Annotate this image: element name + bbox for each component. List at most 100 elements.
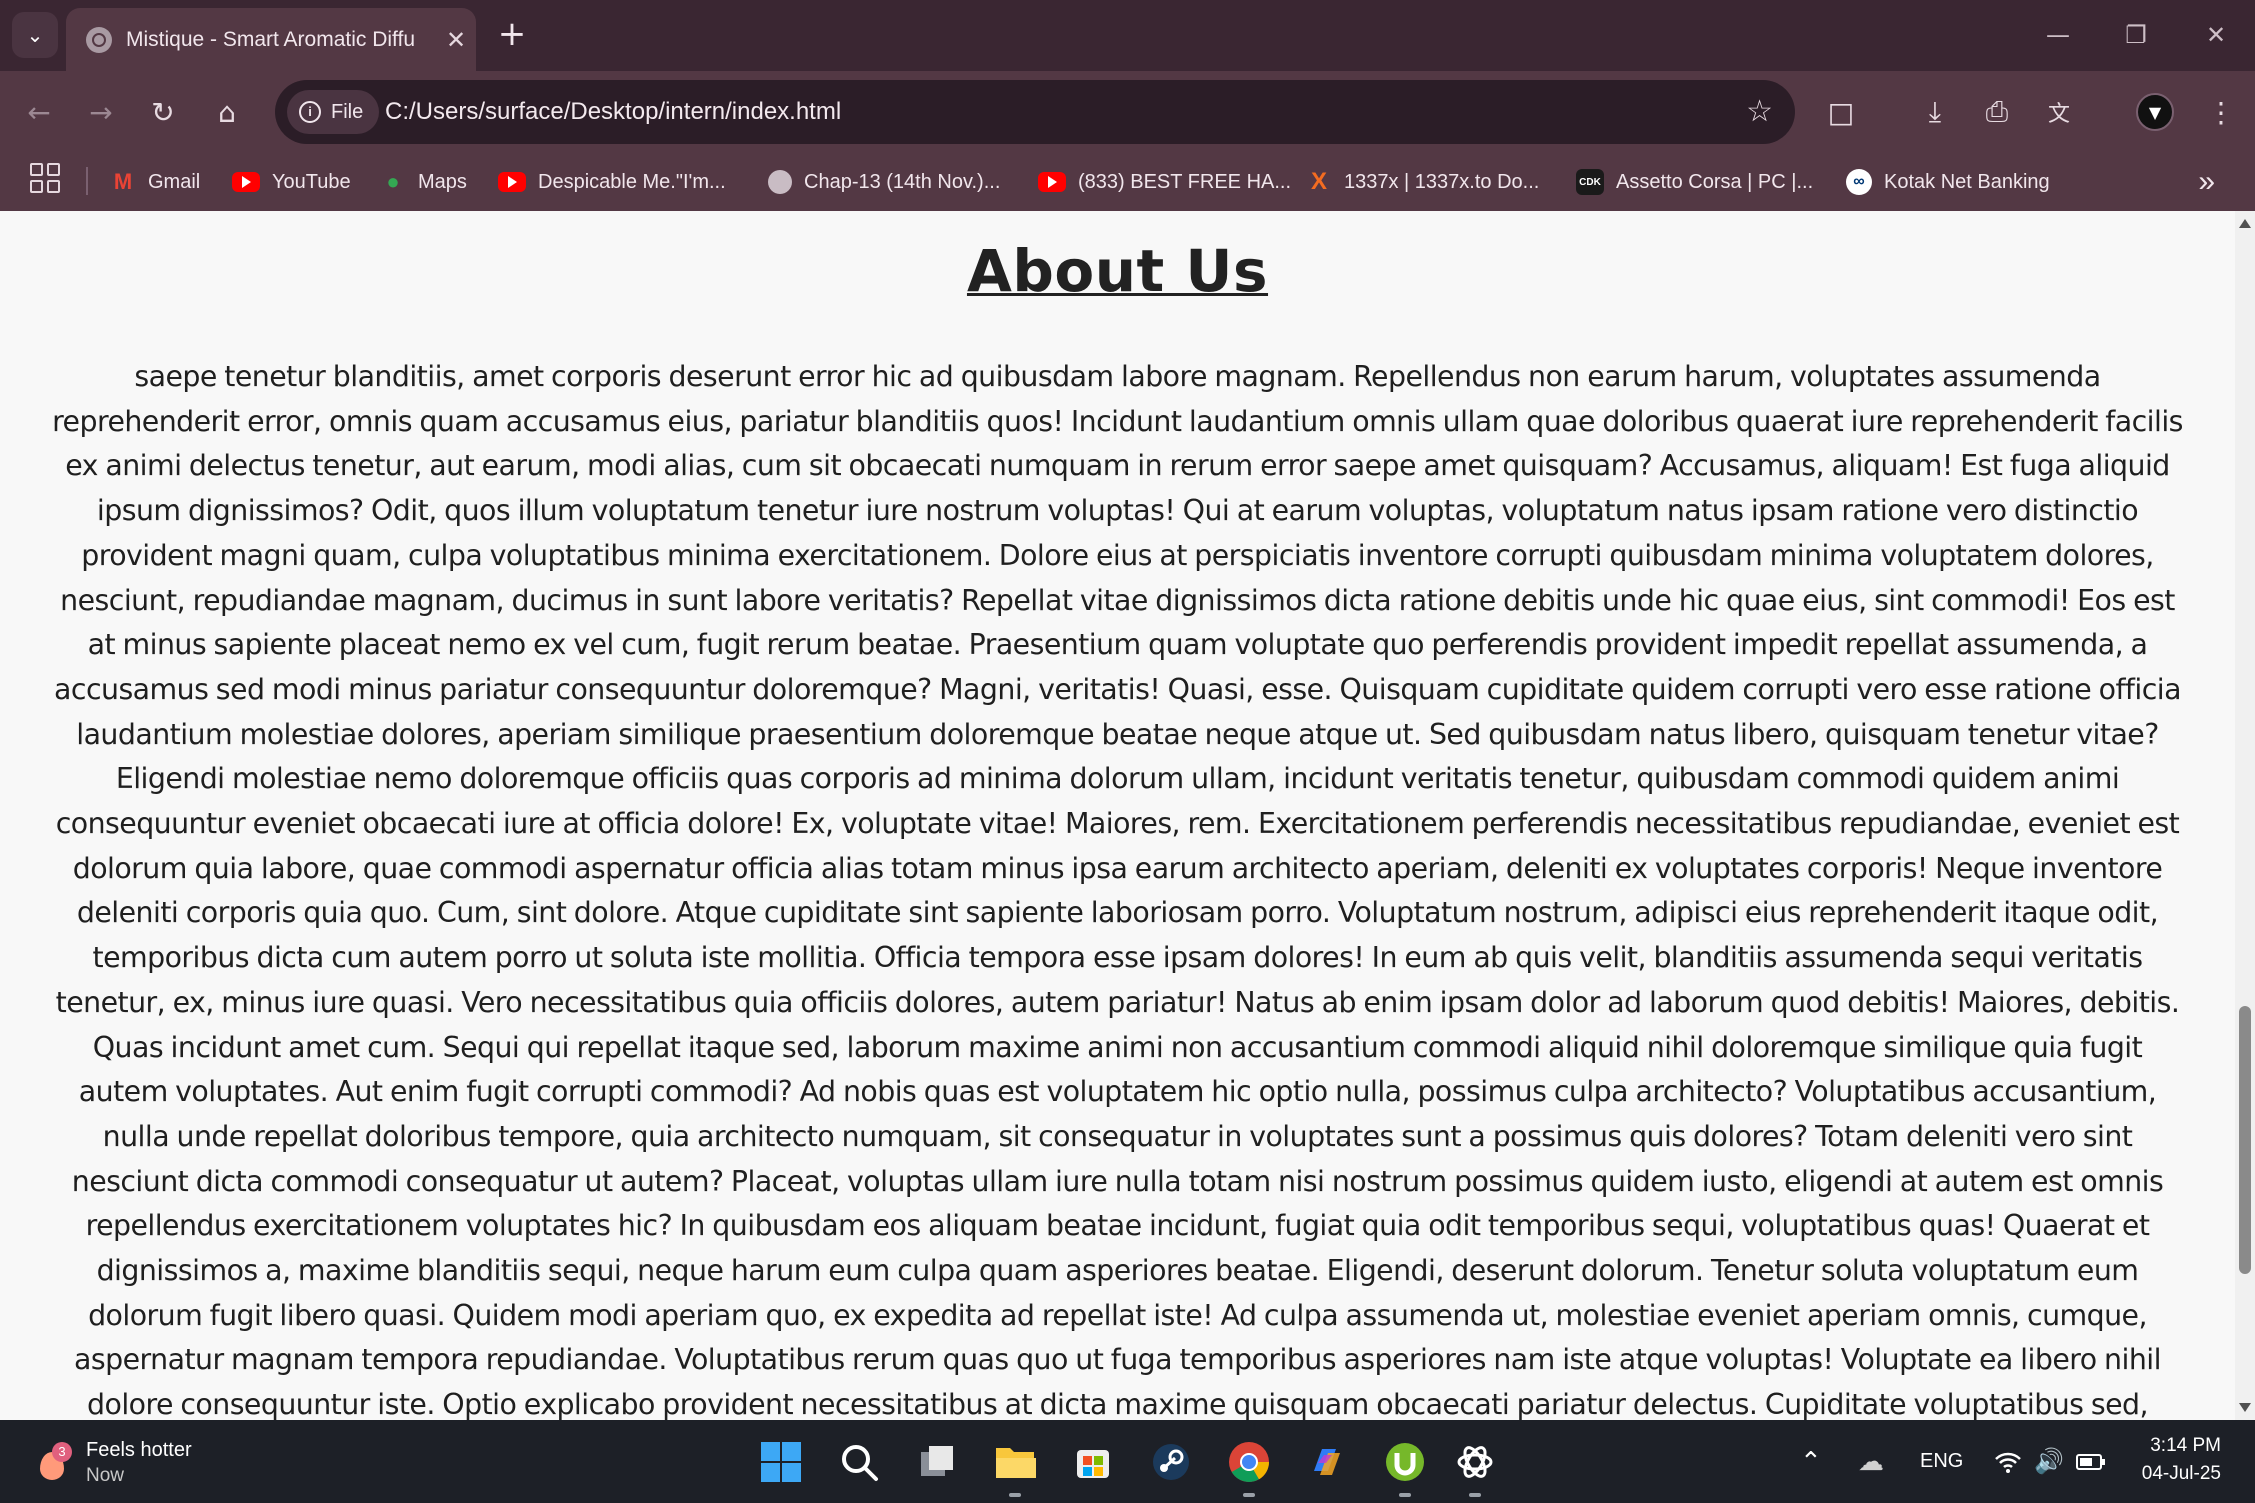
reload-button[interactable]: ↻ [140, 89, 186, 135]
copilot-icon [1314, 1449, 1340, 1475]
profile-button[interactable]: ▼ [2132, 89, 2178, 135]
language-label: ENG [1920, 1450, 1964, 1472]
cdk-icon: CDK [1576, 169, 1604, 195]
print-button[interactable]: ⎙ [1974, 89, 2020, 135]
youtube-icon [232, 172, 260, 192]
bookmark-youtube[interactable]: YouTube [232, 153, 351, 211]
bookmark-despicable-me[interactable]: Despicable Me."I'm... [498, 153, 726, 211]
copilot-button[interactable] [1302, 1437, 1352, 1487]
bookmark-best-free[interactable]: (833) BEST FREE HA... [1038, 153, 1291, 211]
maps-icon: ● [386, 169, 400, 194]
start-button[interactable] [756, 1437, 806, 1487]
weather-badge: 3 [52, 1442, 72, 1462]
minimize-icon: — [2046, 21, 2070, 49]
gmail-icon: M [113, 169, 133, 194]
globe-icon [86, 26, 112, 53]
volume-button[interactable]: 🔊 [2034, 1420, 2064, 1503]
bookmarks-divider [86, 167, 88, 195]
plus-icon: + [497, 14, 527, 54]
arrow-right-icon: → [89, 95, 113, 129]
minimize-button[interactable]: — [2018, 10, 2098, 60]
search-button[interactable] [834, 1437, 884, 1487]
site-info-chip[interactable]: i File [287, 90, 380, 134]
steam-button[interactable] [1146, 1437, 1196, 1487]
bookmarks-bar: M Gmail YouTube ● Maps Despicable Me."I'… [0, 153, 2255, 211]
bookmark-label: YouTube [272, 170, 351, 193]
bookmark-label: Despicable Me."I'm... [538, 170, 726, 193]
scrollbar-thumb[interactable] [2239, 1006, 2251, 1274]
close-tab-icon[interactable]: ✕ [436, 26, 476, 54]
apps-grid-icon[interactable] [30, 163, 60, 193]
translate-button[interactable]: 文 [2036, 89, 2082, 135]
chatgpt-button[interactable] [1450, 1437, 1500, 1497]
windows-icon [761, 1442, 801, 1482]
microsoft-store-button[interactable] [1068, 1437, 1118, 1487]
scroll-up-icon[interactable] [2239, 219, 2251, 228]
bookmark-1337x[interactable]: X 1337x | 1337x.to Do... [1306, 153, 1539, 211]
close-window-button[interactable]: ✕ [2176, 10, 2255, 60]
weather-subtitle: Now [86, 1464, 125, 1486]
printer-icon: ⎙ [1985, 95, 2009, 128]
new-tab-button[interactable]: + [492, 14, 532, 54]
site-info-label: File [331, 100, 364, 123]
chrome-button[interactable] [1224, 1437, 1274, 1497]
forward-button[interactable]: → [78, 89, 124, 135]
bookmark-maps[interactable]: ● Maps [380, 153, 467, 211]
tab-strip: ⌄ Mistique - Smart Aromatic Diffu ✕ + — … [0, 0, 2255, 71]
puzzle-icon: □ [1827, 95, 1855, 129]
restore-button[interactable]: ❐ [2096, 10, 2176, 60]
bookmark-kotak[interactable]: ∞ Kotak Net Banking [1846, 153, 2050, 211]
search-icon [842, 1445, 878, 1481]
clock[interactable]: 3:14 PM 04-Jul-25 [2142, 1432, 2221, 1488]
tab-search-button[interactable]: ⌄ [12, 12, 58, 58]
home-button[interactable]: ⌂ [204, 89, 250, 135]
weather-title: Feels hotter [86, 1438, 192, 1461]
bookmark-label: Assetto Corsa | PC |... [1616, 170, 1814, 193]
language-indicator[interactable]: ENG [1920, 1420, 1963, 1503]
tab-active[interactable]: Mistique - Smart Aromatic Diffu ✕ [66, 8, 476, 71]
clock-time: 3:14 PM [2150, 1435, 2221, 1456]
task-view-button[interactable] [912, 1437, 962, 1487]
battery-icon [2076, 1453, 2105, 1470]
page-viewport: About Us saepe tenetur blanditiis, amet … [0, 211, 2235, 1420]
bookmark-star-icon[interactable]: ☆ [1746, 94, 1773, 129]
vertical-scrollbar[interactable] [2235, 211, 2255, 1420]
chatgpt-icon [1457, 1446, 1493, 1478]
file-explorer-button[interactable] [990, 1437, 1040, 1497]
close-icon: ✕ [2205, 21, 2227, 49]
url-text[interactable]: C:/Users/surface/Desktop/intern/index.ht… [385, 80, 841, 144]
bookmark-gmail[interactable]: M Gmail [110, 153, 200, 211]
bookmark-assetto-corsa[interactable]: CDK Assetto Corsa | PC |... [1576, 153, 1813, 211]
kotak-icon: ∞ [1846, 169, 1872, 195]
youtube-icon [498, 172, 526, 192]
show-hidden-icons-button[interactable]: ⌃ [1800, 1420, 1822, 1503]
utorrent-button[interactable] [1380, 1437, 1430, 1497]
address-bar[interactable]: i File C:/Users/surface/Desktop/intern/i… [275, 80, 1795, 144]
avatar: ▼ [2136, 93, 2174, 131]
menu-button[interactable]: ⋮ [2198, 89, 2244, 135]
arrow-left-icon: ← [27, 95, 51, 129]
chevron-down-icon: ⌄ [26, 23, 44, 47]
browser-toolbar: ← → ↻ ⌂ i File C:/Users/surface/Desktop/… [0, 71, 2255, 153]
tab-title: Mistique - Smart Aromatic Diffu [126, 27, 416, 51]
utorrent-icon [1386, 1443, 1424, 1481]
bookmark-label: Kotak Net Banking [1884, 170, 2050, 193]
battery-button[interactable] [2076, 1420, 2106, 1503]
about-paragraph: saepe tenetur blanditiis, amet corporis … [52, 360, 2183, 1420]
onedrive-button[interactable]: ☁ [1858, 1420, 1884, 1503]
task-view-icon [921, 1446, 953, 1476]
back-button[interactable]: ← [16, 89, 62, 135]
youtube-icon [1038, 172, 1066, 192]
running-indicator [1243, 1493, 1255, 1497]
info-icon: i [299, 101, 321, 123]
weather-widget[interactable]: 3 Feels hotter Now [32, 1432, 192, 1492]
extensions-button[interactable]: □ [1818, 89, 1864, 135]
scroll-down-icon[interactable] [2239, 1403, 2251, 1412]
network-button[interactable] [1994, 1420, 2022, 1503]
kebab-menu-icon: ⋮ [2207, 95, 2235, 129]
chevron-double-right-icon[interactable]: » [2198, 165, 2215, 199]
bookmark-chap-13[interactable]: Chap-13 (14th Nov.)... [768, 153, 1000, 211]
downloads-button[interactable]: ⤓ [1912, 89, 1958, 135]
wifi-icon [1995, 1452, 2021, 1473]
chevron-up-icon: ⌃ [1800, 1446, 1822, 1476]
